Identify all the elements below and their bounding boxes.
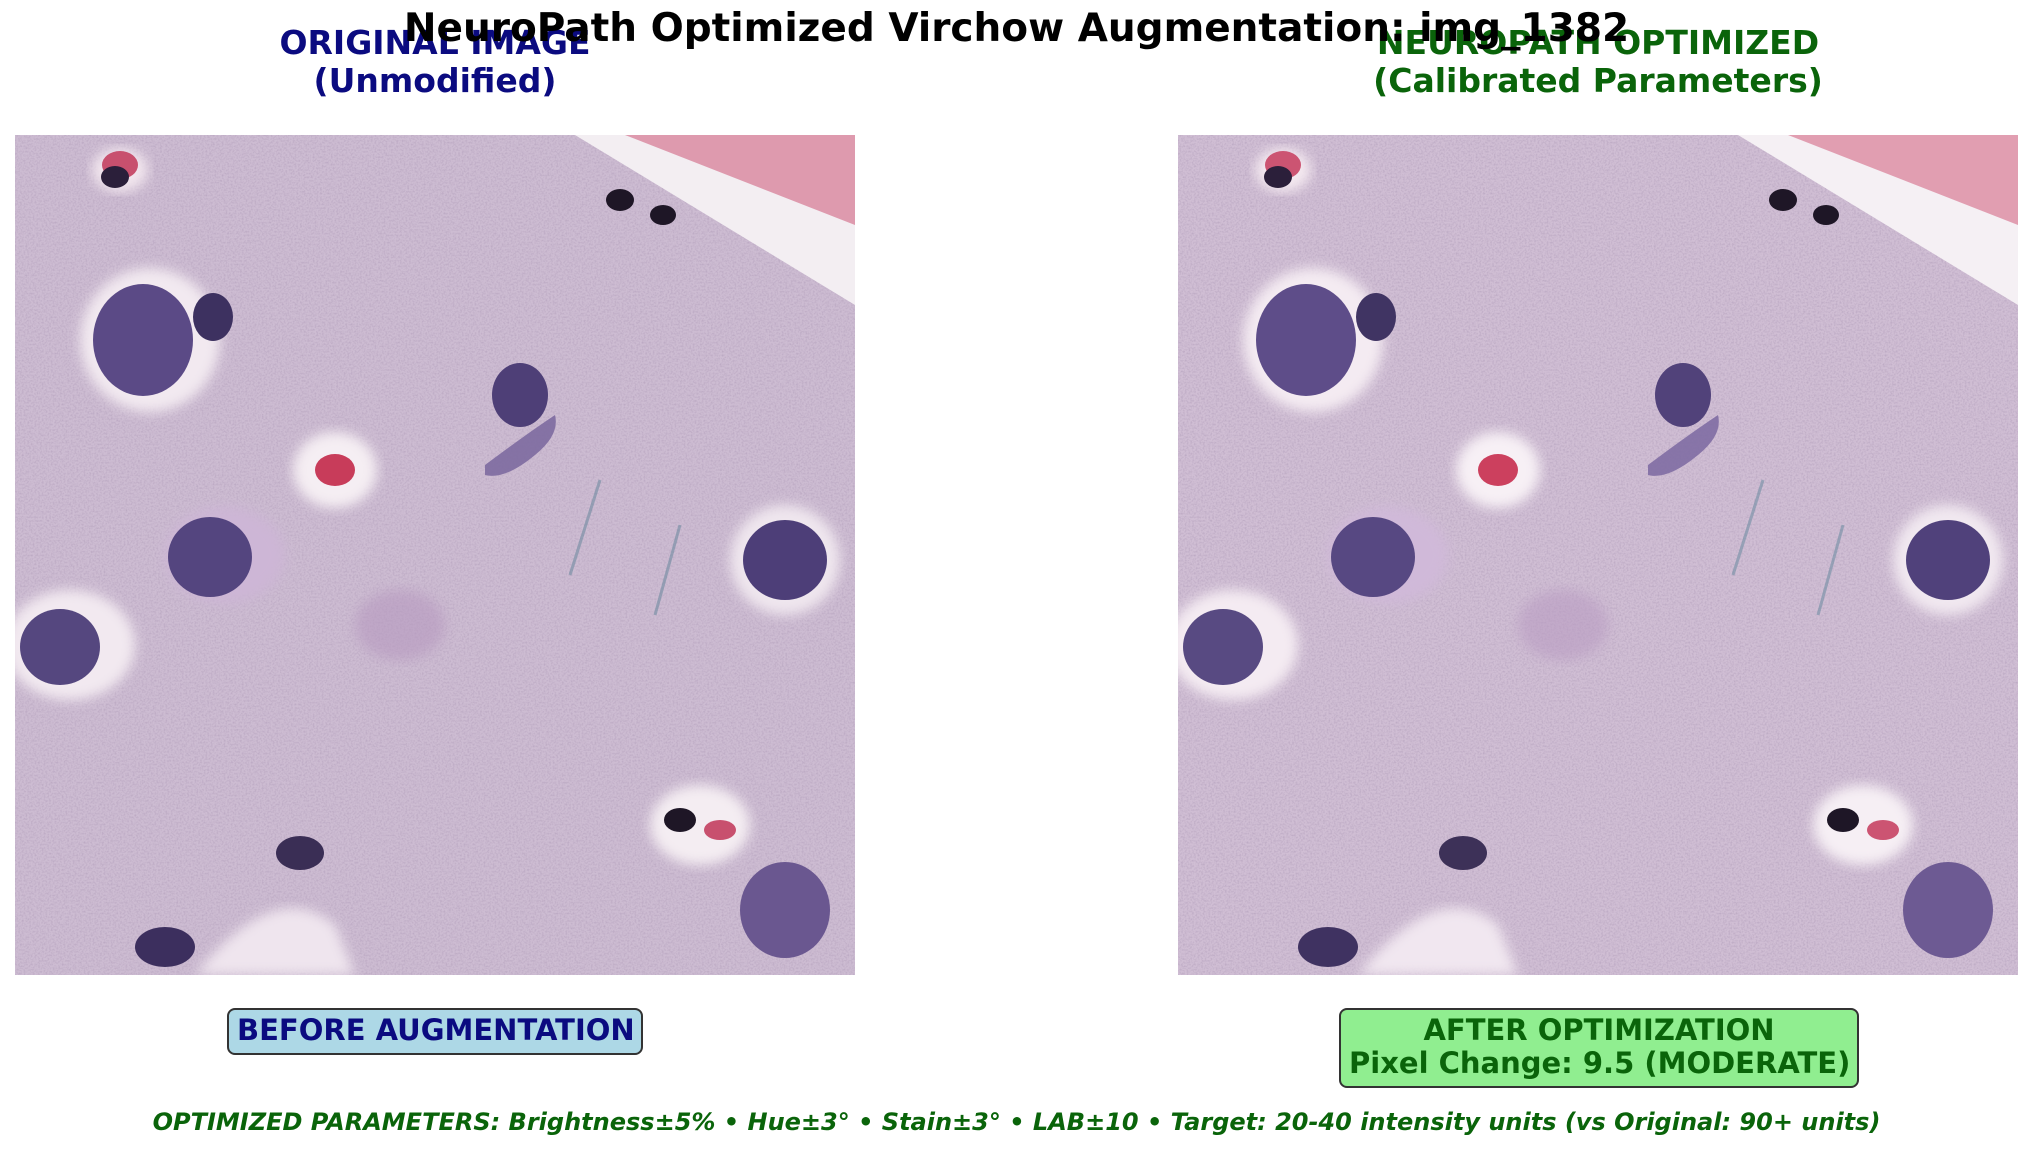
optimized-histology-image [1178, 135, 2018, 975]
optimized-title-line2: (Calibrated Parameters) [1373, 61, 1823, 100]
original-histology-image [15, 135, 855, 975]
original-tissue-illustration [15, 135, 855, 975]
figure-title: NeuroPath Optimized Virchow Augmentation… [403, 6, 1630, 51]
after-optimization-badge: AFTER OPTIMIZATION Pixel Change: 9.5 (MO… [1339, 1008, 1859, 1088]
pixel-change-label: Pixel Change: 9.5 (MODERATE) [1349, 1046, 1851, 1080]
before-augmentation-badge: BEFORE AUGMENTATION [227, 1008, 643, 1055]
optimized-tissue-illustration [1178, 135, 2018, 975]
optimized-parameters-footer: OPTIMIZED PARAMETERS: Brightness±5% • Hu… [152, 1108, 1881, 1136]
after-optimization-label: AFTER OPTIMIZATION [1423, 1013, 1775, 1047]
original-title-line2: (Unmodified) [313, 61, 557, 100]
